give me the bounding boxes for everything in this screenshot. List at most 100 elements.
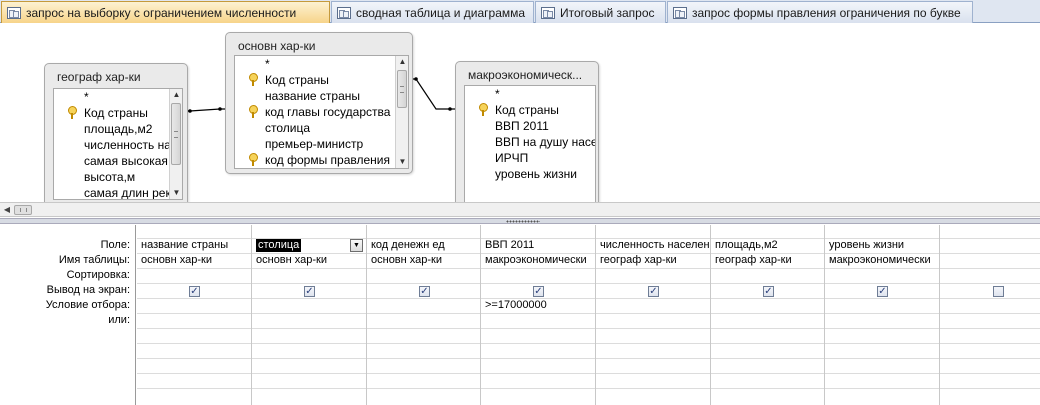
field-item[interactable]: ВВП 2011 xyxy=(465,118,595,134)
scroll-left-icon[interactable]: ◀ xyxy=(1,204,13,216)
tab-summary-query[interactable]: Итоговый запрос xyxy=(535,1,666,23)
field-list-scrollbar[interactable]: ▲ ▼ xyxy=(169,89,182,199)
scroll-down-icon[interactable]: ▼ xyxy=(170,187,182,199)
sort-cell[interactable] xyxy=(481,268,595,283)
field-cell[interactable]: название страны xyxy=(137,238,251,253)
field-list[interactable]: * Код страны ВВП 2011 ВВП на душу насел … xyxy=(464,85,596,202)
field-item[interactable]: код главы государства xyxy=(235,104,408,120)
grid-column-empty[interactable] xyxy=(940,225,1040,405)
or-cell[interactable] xyxy=(367,313,480,328)
table-cell[interactable]: географ хар-ки xyxy=(596,253,710,268)
scroll-up-icon[interactable]: ▲ xyxy=(396,56,408,68)
criteria-cell[interactable] xyxy=(252,298,366,313)
show-checkbox[interactable]: ✓ xyxy=(763,286,774,297)
criteria-cell[interactable] xyxy=(367,298,480,313)
grid-column[interactable]: уровень жизни макроэкономически ✓ xyxy=(825,225,940,405)
field-cell[interactable]: код денежн ед xyxy=(367,238,480,253)
query-icon xyxy=(7,6,21,19)
field-item[interactable]: ВВП на душу насел xyxy=(465,134,595,150)
criteria-cell[interactable] xyxy=(596,298,710,313)
field-list[interactable]: * Код страны площадь,м2 численность на с… xyxy=(53,88,183,200)
tab-query-population-limit[interactable]: запрос на выборку с ограничением численн… xyxy=(1,1,330,23)
field-item[interactable]: Код страны xyxy=(235,72,408,88)
show-checkbox[interactable]: ✓ xyxy=(189,286,200,297)
grid-column[interactable]: численность населен географ хар-ки ✓ xyxy=(596,225,711,405)
field-item[interactable]: Код страны xyxy=(54,105,182,121)
field-cell[interactable]: площадь,м2 xyxy=(711,238,824,253)
field-cell-selected-text[interactable]: столица xyxy=(256,239,302,252)
table-cell[interactable] xyxy=(940,253,1040,268)
table-cell[interactable]: основн хар-ки xyxy=(137,253,251,268)
field-item[interactable]: численность на xyxy=(54,137,182,153)
tab-pivot-table-chart[interactable]: сводная таблица и диаграмма xyxy=(331,1,534,23)
scroll-thumb[interactable] xyxy=(14,205,32,215)
or-cell[interactable] xyxy=(596,313,710,328)
upper-pane-hscrollbar[interactable]: ◀ xyxy=(0,202,1040,217)
table-main[interactable]: основн хар-ки * Код страны название стра… xyxy=(225,32,413,174)
grid-column[interactable]: код денежн ед основн хар-ки ✓ xyxy=(367,225,481,405)
table-geography[interactable]: географ хар-ки * Код страны площадь,м2 ч… xyxy=(44,63,188,202)
field-item[interactable]: площадь,м2 xyxy=(54,121,182,137)
criteria-cell[interactable] xyxy=(825,298,939,313)
table-cell[interactable]: макроэкономически xyxy=(825,253,939,268)
show-checkbox[interactable]: ✓ xyxy=(877,286,888,297)
table-cell[interactable]: макроэкономически xyxy=(481,253,595,268)
field-item[interactable]: самая длин рек xyxy=(54,185,182,199)
grid-column[interactable]: ВВП 2011 макроэкономически ✓ >=17000000 xyxy=(481,225,596,405)
show-checkbox[interactable]: ✓ xyxy=(533,286,544,297)
show-checkbox-unchecked[interactable] xyxy=(993,286,1004,297)
table-cell[interactable]: основн хар-ки xyxy=(252,253,366,268)
pane-splitter[interactable] xyxy=(0,218,1040,224)
show-checkbox[interactable]: ✓ xyxy=(419,286,430,297)
table-macroeconomic[interactable]: макроэкономическ... * Код страны ВВП 201… xyxy=(455,61,599,202)
field-cell[interactable]: уровень жизни xyxy=(825,238,939,253)
sort-cell[interactable] xyxy=(367,268,480,283)
field-item[interactable]: ИРЧП xyxy=(465,150,595,166)
grid-column[interactable]: площадь,м2 географ хар-ки ✓ xyxy=(711,225,825,405)
or-cell[interactable] xyxy=(252,313,366,328)
field-list[interactable]: * Код страны название страны код главы г… xyxy=(234,55,409,169)
or-cell[interactable] xyxy=(711,313,824,328)
criteria-cell[interactable]: >=17000000 xyxy=(481,298,595,313)
field-cell[interactable]: численность населен xyxy=(596,238,710,253)
sort-cell[interactable] xyxy=(825,268,939,283)
document-tab-bar: запрос на выборку с ограничением численн… xyxy=(0,0,1040,23)
sort-cell[interactable] xyxy=(596,268,710,283)
field-cell[interactable] xyxy=(940,238,1040,253)
scroll-thumb[interactable] xyxy=(171,103,181,165)
field-item[interactable]: высота,м xyxy=(54,169,182,185)
splitter-grip-icon[interactable] xyxy=(506,220,540,223)
field-item[interactable]: название страны xyxy=(235,88,408,104)
field-item[interactable]: столица xyxy=(235,120,408,136)
grid-column[interactable]: название страны основн хар-ки ✓ xyxy=(137,225,252,405)
field-item[interactable]: самая высокая xyxy=(54,153,182,169)
sort-cell[interactable] xyxy=(252,268,366,283)
grid-column[interactable]: столица ▼ основн хар-ки ✓ xyxy=(252,225,367,405)
field-cell[interactable]: столица ▼ xyxy=(252,238,366,253)
scroll-down-icon[interactable]: ▼ xyxy=(396,156,408,168)
scroll-up-icon[interactable]: ▲ xyxy=(170,89,182,101)
table-cell[interactable]: географ хар-ки xyxy=(711,253,824,268)
scroll-thumb[interactable] xyxy=(397,70,407,108)
sort-cell[interactable] xyxy=(711,268,824,283)
chevron-down-icon[interactable]: ▼ xyxy=(350,239,363,252)
tab-government-form-query[interactable]: запрос формы правления ограничения по бу… xyxy=(667,1,973,23)
field-item[interactable]: * xyxy=(465,86,595,102)
field-list-scrollbar[interactable]: ▲ ▼ xyxy=(395,56,408,168)
field-item[interactable]: Код страны xyxy=(465,102,595,118)
field-item[interactable]: премьер-министр xyxy=(235,136,408,152)
or-cell[interactable] xyxy=(481,313,595,328)
field-item[interactable]: уровень жизни xyxy=(465,166,595,182)
or-cell[interactable] xyxy=(137,313,251,328)
field-cell[interactable]: ВВП 2011 xyxy=(481,238,595,253)
show-checkbox[interactable]: ✓ xyxy=(304,286,315,297)
or-cell[interactable] xyxy=(825,313,939,328)
table-cell[interactable]: основн хар-ки xyxy=(367,253,480,268)
show-checkbox[interactable]: ✓ xyxy=(648,286,659,297)
field-item[interactable]: код формы правления xyxy=(235,152,408,168)
criteria-cell[interactable] xyxy=(711,298,824,313)
criteria-cell[interactable] xyxy=(137,298,251,313)
field-item[interactable]: * xyxy=(235,56,408,72)
field-item[interactable]: * xyxy=(54,89,182,105)
sort-cell[interactable] xyxy=(137,268,251,283)
